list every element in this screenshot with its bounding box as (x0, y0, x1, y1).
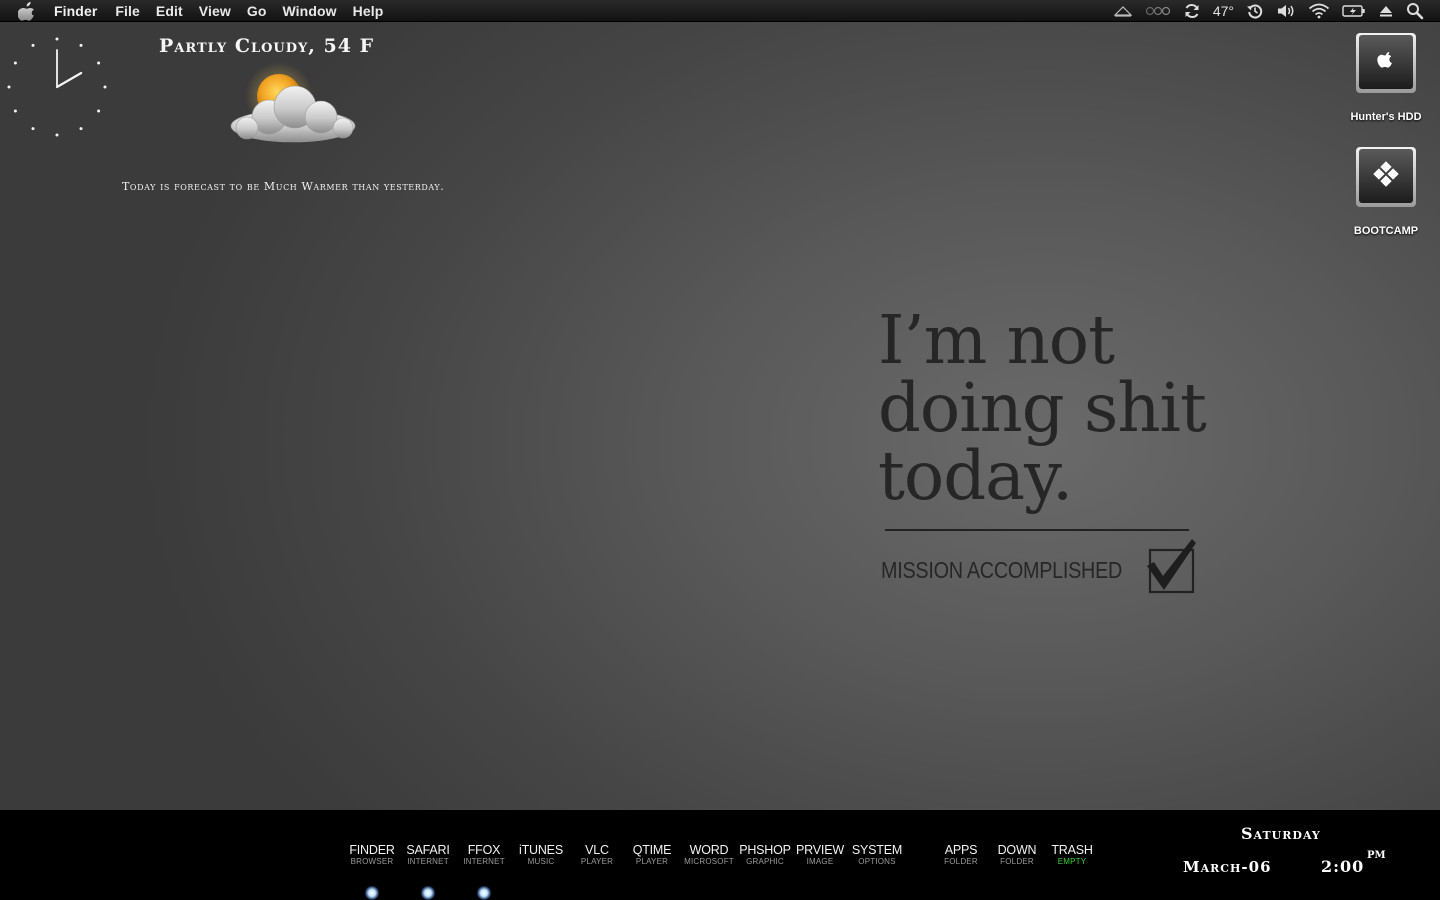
menu-app-name[interactable]: Finder (54, 0, 107, 22)
dock-item-subtitle: OPTIONS (858, 857, 896, 866)
menu-bar: Finder File Edit View Go Window Help 47° (0, 0, 1440, 22)
status-menu-area: 47° (1113, 0, 1424, 22)
menu-edit[interactable]: Edit (148, 0, 191, 22)
menu-view[interactable]: View (191, 0, 239, 22)
dock-item-name: TRASH (1051, 843, 1093, 857)
wifi-icon[interactable] (1308, 0, 1330, 22)
wallpaper-quote-line: today. (878, 437, 1073, 515)
desktop-icon-hunters-hdd[interactable]: Hunter's HDD (1336, 32, 1436, 123)
dock-item-name: SYSTEM (851, 843, 903, 857)
desktop-icon-bootcamp[interactable]: BOOTCAMP (1336, 146, 1436, 237)
clock-hour-marker (7, 85, 11, 89)
clock-hour-marker (13, 109, 17, 113)
sync-icon[interactable] (1183, 0, 1201, 22)
spotlight-search-icon[interactable] (1406, 0, 1424, 22)
wallpaper-divider (885, 529, 1189, 531)
wallpaper-caption: MISSION ACCOMPLISHED (881, 557, 1123, 583)
eject-icon[interactable] (1378, 0, 1394, 22)
menu-go[interactable]: Go (239, 0, 275, 22)
clock-hour-marker (79, 43, 83, 47)
analog-clock-widget (7, 37, 107, 137)
time-label: 2:00 (1321, 857, 1365, 876)
wallpaper-quote-line: I’m not (878, 301, 1115, 379)
day-of-week-label: Saturday (1241, 824, 1321, 843)
menu-window[interactable]: Window (274, 0, 344, 22)
apple-menu[interactable] (0, 0, 54, 22)
date-label: March-06 (1183, 858, 1272, 876)
ampm-label: PM (1367, 850, 1386, 861)
windows-drive-icon (1356, 147, 1416, 207)
clock-hour-marker (55, 37, 59, 41)
wallpaper-quote: I’m not doing shit today. (878, 306, 1218, 510)
wallpaper-quote-line: doing shit (878, 369, 1207, 447)
temperature-readout[interactable]: 47° (1213, 0, 1234, 22)
running-indicator-light (365, 886, 379, 900)
monitor-icon[interactable] (1113, 0, 1133, 22)
clock-hour-marker (31, 127, 35, 131)
hard-drive-icon (1356, 33, 1416, 93)
time-machine-icon[interactable] (1246, 0, 1264, 22)
clock-hour-marker (97, 61, 101, 65)
clock-hour-marker (79, 127, 83, 131)
checkbox-checked-icon (1147, 539, 1196, 594)
weather-forecast-text: Today is forecast to be Much Warmer than… (122, 180, 445, 193)
desktop-icon-label: Hunter's HDD (1350, 111, 1422, 123)
menu-help[interactable]: Help (345, 0, 392, 22)
clock-hour-marker (31, 43, 35, 47)
weather-condition-title: Partly Cloudy, 54 F (159, 35, 375, 57)
clock-hour-marker (55, 133, 59, 137)
dock-item-system[interactable]: SYSTEM OPTIONS (842, 843, 912, 867)
activity-meter-icon[interactable] (1145, 0, 1171, 22)
battery-icon[interactable] (1342, 0, 1366, 22)
apple-logo-icon (18, 1, 34, 21)
dock-item-trash[interactable]: TRASH EMPTY (1037, 843, 1107, 867)
clock-hour-marker (13, 61, 17, 65)
volume-icon[interactable] (1276, 0, 1296, 22)
desktop-icon-label: BOOTCAMP (1353, 225, 1419, 237)
running-indicator-light (421, 886, 435, 900)
running-indicator-light (477, 886, 491, 900)
clock-hour-hand (55, 71, 83, 89)
partly-cloudy-icon (230, 62, 356, 143)
clock-hour-marker (97, 109, 101, 113)
clock-hour-marker (103, 85, 107, 89)
menu-file[interactable]: File (107, 0, 148, 22)
bottom-launcher-bar: FINDER BROWSER SAFARI INTERNET FFOX INTE… (0, 810, 1440, 900)
dock-item-subtitle: EMPTY (1057, 857, 1087, 866)
